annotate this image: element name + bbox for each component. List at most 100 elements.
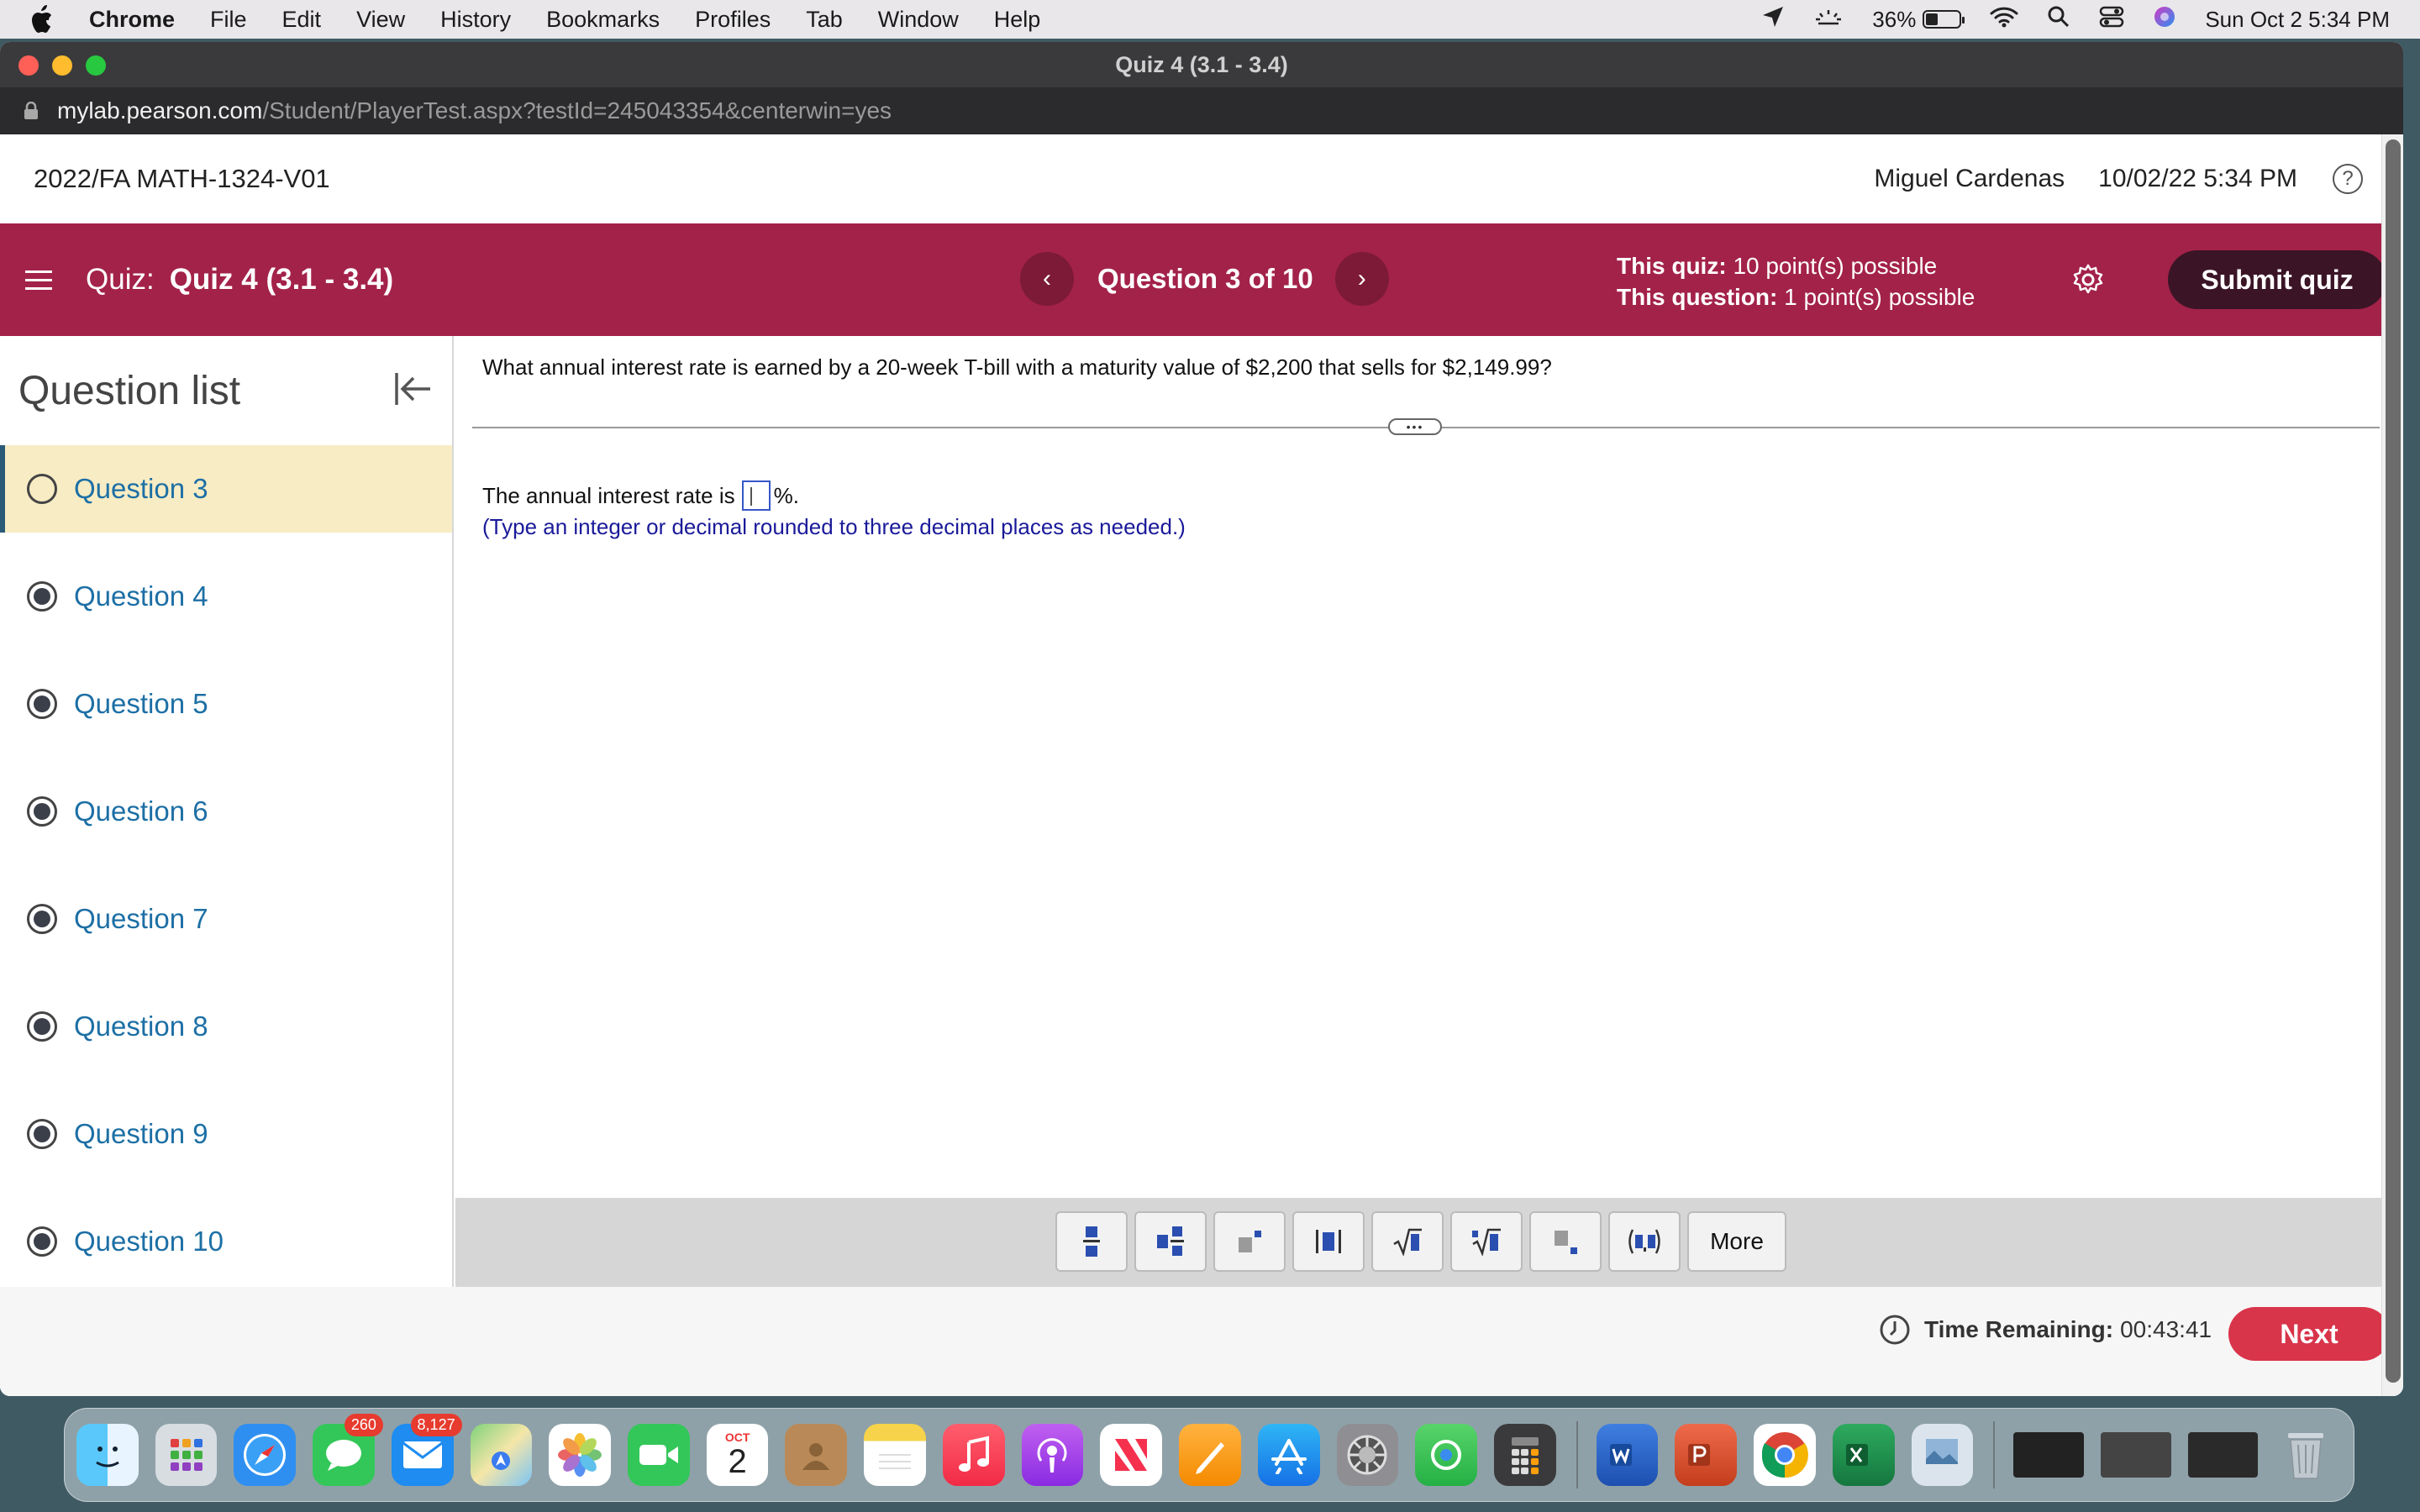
quiz-main: Question list Question 3 Question 4 Ques… [0,336,2396,1287]
powerpoint-icon[interactable] [1675,1424,1738,1486]
question-list-item-5[interactable]: Question 5 [0,650,452,758]
notes-icon[interactable] [864,1424,926,1486]
pane-resize-handle[interactable]: ••• [1388,418,1442,435]
spotlight-search-icon[interactable] [2047,5,2070,34]
previous-question-button[interactable]: ‹ [1020,252,1074,306]
answer-input[interactable] [741,480,771,511]
messages-badge: 260 [344,1414,383,1436]
submit-quiz-button[interactable]: Submit quiz [2168,250,2386,309]
brightness-icon[interactable] [1813,5,1844,34]
chrome-icon[interactable] [1754,1424,1816,1486]
control-center-icon[interactable] [2099,5,2124,34]
siri-icon[interactable] [2153,5,2176,34]
question-content: What annual interest rate is earned by a… [455,336,2396,1287]
launchpad-icon[interactable] [155,1424,218,1486]
menu-window[interactable]: Window [878,7,959,33]
pages-icon[interactable] [1179,1424,1241,1486]
scrollbar-thumb[interactable] [2386,139,2401,1383]
photos-icon[interactable] [549,1424,612,1486]
quiz-points: 10 point(s) possible [1733,253,1938,279]
nth-root-tool-button[interactable] [1450,1211,1523,1272]
battery-status[interactable]: 36% [1872,7,1965,33]
word-icon[interactable] [1596,1424,1659,1486]
minimized-window-thumbnail-3[interactable] [2187,1432,2259,1478]
menu-view[interactable]: View [356,7,405,33]
answered-radio-icon [27,581,57,612]
question-list-item-4[interactable]: Question 4 [0,543,452,650]
question-list-item-10[interactable]: Question 10 [0,1188,452,1295]
trash-icon[interactable] [2275,1424,2337,1486]
exponent-tool-button[interactable] [1213,1211,1286,1272]
menu-bookmarks[interactable]: Bookmarks [546,7,660,33]
points-info: This quiz: 10 point(s) possible This que… [1617,250,1975,312]
quiz-label: Quiz: [86,263,155,296]
finder-icon[interactable] [76,1424,139,1486]
answer-prefix: The annual interest rate is [482,482,735,508]
find-my-icon[interactable] [1415,1424,1477,1486]
absolute-value-tool-button[interactable] [1292,1211,1365,1272]
menu-profiles[interactable]: Profiles [695,7,771,33]
close-window-button[interactable] [18,55,39,76]
question-list-item-label: Question 10 [74,1226,224,1257]
answered-radio-icon [27,796,57,827]
music-icon[interactable] [942,1424,1005,1486]
apple-menu-icon[interactable] [29,5,62,34]
dock-separator [1993,1421,1996,1488]
preview-icon[interactable] [1911,1424,1974,1486]
menu-edit[interactable]: Edit [282,7,322,33]
location-icon[interactable] [1761,5,1785,34]
minimized-window-thumbnail-2[interactable] [2100,1432,2171,1478]
menubar-clock[interactable]: Sun Oct 2 5:34 PM [2205,7,2390,33]
calculator-icon[interactable] [1493,1424,1556,1486]
question-text: What annual interest rate is earned by a… [482,354,1552,380]
news-icon[interactable] [1100,1424,1163,1486]
page-scrollbar[interactable] [2381,134,2403,1396]
address-bar[interactable]: mylab.pearson.com /Student/PlayerTest.as… [0,87,2403,134]
facetime-icon[interactable] [628,1424,690,1486]
question-list-item-6[interactable]: Question 6 [0,758,452,865]
app-store-icon[interactable] [1257,1424,1320,1486]
podcasts-icon[interactable] [1021,1424,1084,1486]
help-icon[interactable]: ? [2333,164,2363,194]
ordered-pair-tool-button[interactable] [1608,1211,1681,1272]
excel-icon[interactable] [1832,1424,1895,1486]
menu-help[interactable]: Help [994,7,1041,33]
subscript-tool-button[interactable] [1529,1211,1602,1272]
answer-hint: (Type an integer or decimal rounded to t… [482,514,1186,539]
menu-tab[interactable]: Tab [806,7,843,33]
fraction-tool-button[interactable] [1055,1211,1128,1272]
hamburger-menu-icon[interactable] [25,270,52,290]
next-button[interactable]: Next [2228,1307,2390,1361]
wifi-icon[interactable] [1990,6,2018,34]
lock-icon[interactable] [24,102,39,120]
safari-icon[interactable] [234,1424,297,1486]
contacts-icon[interactable] [785,1424,848,1486]
next-question-button[interactable]: › [1334,252,1389,306]
system-preferences-icon[interactable] [1336,1424,1399,1486]
minimize-window-button[interactable] [52,55,72,76]
settings-gear-icon[interactable] [2069,260,2107,299]
menu-file[interactable]: File [210,7,247,33]
calendar-icon[interactable]: OCT 2 [706,1424,769,1486]
minimized-window-thumbnail-1[interactable] [2013,1432,2084,1478]
menu-app-chrome[interactable]: Chrome [89,7,175,33]
more-tools-button[interactable]: More [1687,1211,1786,1272]
unanswered-radio-icon [27,474,57,504]
collapse-panel-icon[interactable] [393,370,434,412]
answered-radio-icon [27,1226,57,1257]
maps-icon[interactable] [470,1424,533,1486]
question-list-panel: Question list Question 3 Question 4 Ques… [0,336,454,1287]
question-list-item-8[interactable]: Question 8 [0,973,452,1080]
zoom-window-button[interactable] [86,55,106,76]
mixed-number-tool-button[interactable] [1134,1211,1207,1272]
square-root-tool-button[interactable] [1371,1211,1444,1272]
question-list-item-label: Question 6 [74,795,208,827]
quiz-bar: Quiz: Quiz 4 (3.1 - 3.4) ‹ Question 3 of… [0,223,2396,336]
mail-icon[interactable]: 8,127 [391,1414,462,1486]
question-list-item-3[interactable]: Question 3 [0,445,452,533]
messages-icon[interactable]: 260 [313,1414,383,1486]
menu-history[interactable]: History [440,7,511,33]
question-list-item-7[interactable]: Question 7 [0,865,452,973]
macos-menu-bar: Chrome File Edit View History Bookmarks … [0,0,2420,39]
question-list-item-9[interactable]: Question 9 [0,1080,452,1188]
